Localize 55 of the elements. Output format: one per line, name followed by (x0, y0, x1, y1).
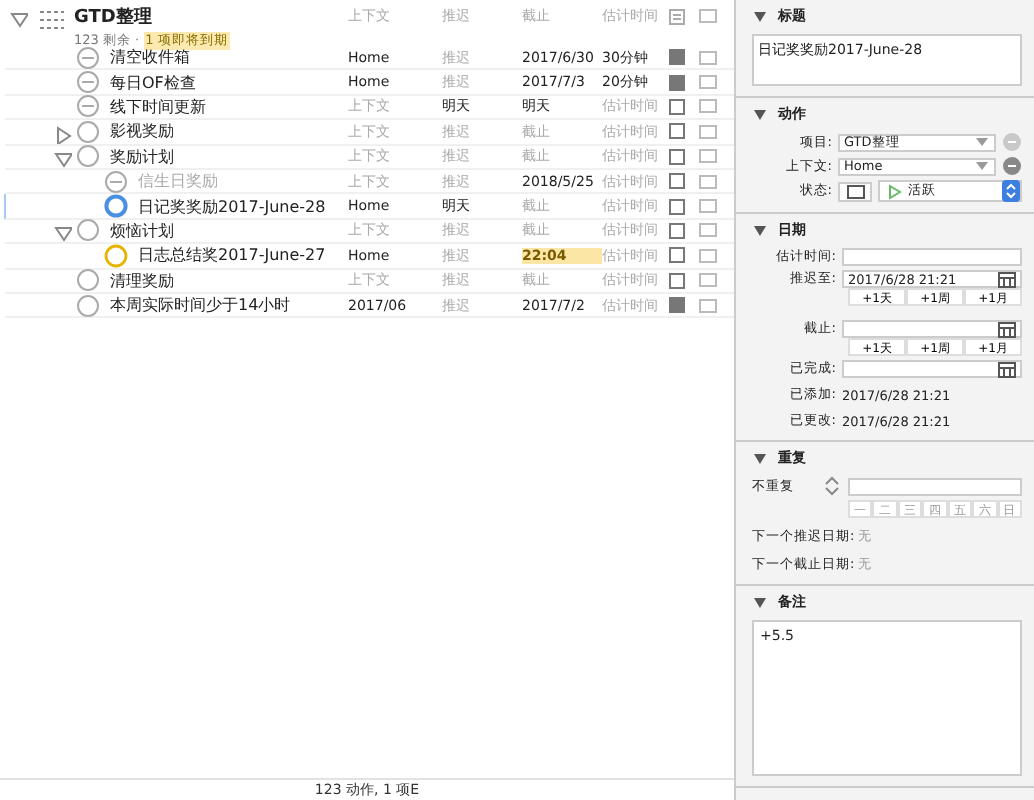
project-title: GTD整理 (74, 5, 154, 30)
task-title: 奖励计划 (110, 145, 174, 168)
project-icon (36, 6, 66, 32)
play-icon (888, 183, 902, 199)
note-icon (698, 295, 718, 316)
task-title: 烦恼计划 (110, 219, 174, 242)
task-title: 每日OF检查 (110, 71, 196, 94)
status-circle-icon (76, 45, 100, 70)
calendar-icon (998, 321, 1016, 337)
status-circle-icon (104, 194, 128, 219)
calendar-icon (998, 271, 1016, 287)
status-circle-icon (104, 243, 128, 268)
stepper-icon (1002, 180, 1020, 202)
note-icon (698, 121, 718, 142)
task-title: 日志总结奖2017-June-27 (138, 244, 326, 267)
note-icon (698, 220, 718, 241)
status-circle-icon (76, 119, 100, 144)
status-circle-icon (76, 144, 100, 169)
note-icon (698, 245, 718, 266)
note-icon (698, 196, 718, 217)
note-icon (698, 96, 718, 117)
stepper-icon (824, 476, 840, 496)
calendar-icon (998, 361, 1016, 377)
task-title: 本周实际时间少于14小时 (110, 294, 291, 317)
text-field[interactable] (842, 248, 1022, 266)
note-icon (698, 146, 718, 167)
task-title: 线下时间更新 (110, 95, 206, 118)
status-circle-icon (104, 169, 128, 194)
triangle-icon (752, 106, 768, 122)
status-circle-icon (76, 293, 100, 318)
task-title: 清空收件箱 (110, 46, 190, 69)
note-icon (698, 270, 718, 291)
triangle-icon (752, 594, 768, 610)
status-circle-icon (76, 268, 100, 293)
flag-toggle-button[interactable] (838, 181, 872, 201)
repeat-field[interactable] (848, 477, 1022, 495)
triangle-icon (752, 8, 768, 24)
flag-box-icon (668, 7, 686, 25)
text-field[interactable] (842, 320, 1022, 338)
note-icon (698, 72, 718, 93)
note-icon (698, 6, 718, 26)
task-title: 影视奖励 (110, 120, 174, 143)
task-title: 信生日奖励 (138, 170, 218, 193)
note-icon (698, 47, 718, 68)
status-circle-icon (76, 218, 100, 243)
status-circle-icon (76, 70, 100, 95)
clear-icon (1002, 156, 1022, 176)
triangle-icon (752, 450, 768, 466)
clear-icon (1002, 132, 1022, 152)
task-title: 清理奖励 (110, 269, 174, 292)
note-icon (698, 171, 718, 192)
status-circle-icon (76, 94, 100, 119)
triangle-icon (752, 222, 768, 238)
task-title: 日记奖奖励2017-June-28 (138, 195, 326, 218)
text-field[interactable] (842, 360, 1022, 378)
